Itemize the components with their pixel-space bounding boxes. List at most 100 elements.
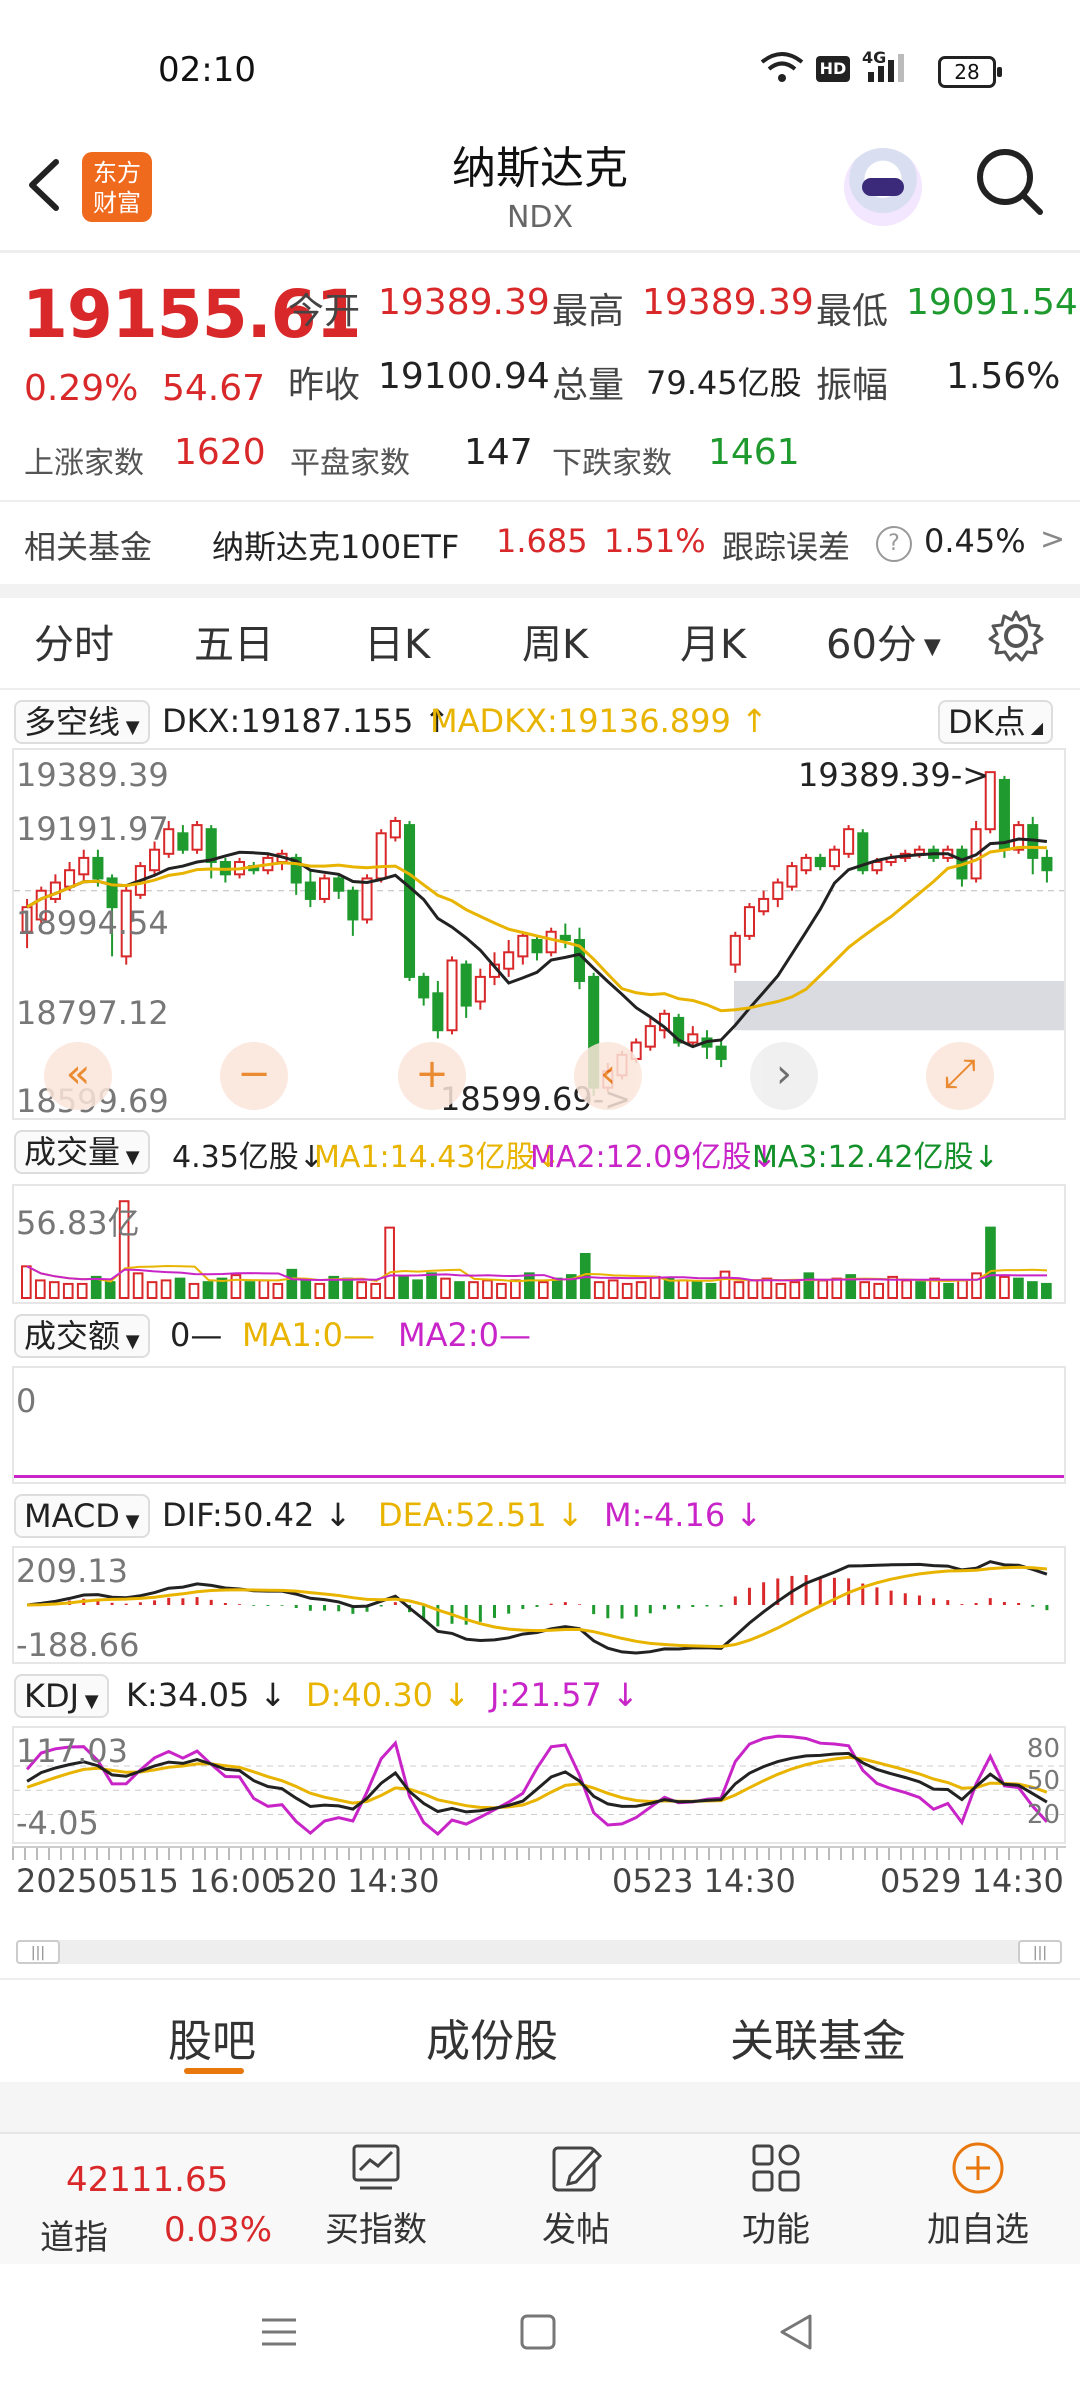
home-icon[interactable]: [518, 2312, 558, 2352]
candle-body: [319, 877, 331, 900]
candle-body: [78, 856, 90, 876]
candle-body: [177, 832, 189, 851]
kdj-chart: 117.03 -4.05 80 50 20: [12, 1726, 1066, 1844]
volume-bar: [985, 1226, 996, 1299]
fund-label: 相关基金: [24, 528, 153, 566]
high-value: 19389.39: [642, 282, 814, 323]
assistant-avatar[interactable]: [844, 148, 922, 226]
volume-chart: 56.83亿: [12, 1184, 1066, 1304]
tab-weekly-k[interactable]: 周K: [522, 612, 588, 670]
caret-down-icon: ▼: [120, 1147, 140, 1168]
tab-stock-forum[interactable]: 股吧: [168, 2005, 256, 2069]
macd-m-text: M:-4.16: [604, 1496, 726, 1534]
chevron-right-icon: >: [1040, 522, 1066, 557]
low-value: 19091.54: [906, 282, 1078, 323]
chart-range-scrollbar[interactable]: ||| |||: [16, 1940, 1062, 1964]
macd-dea-text: DEA:52.51: [378, 1496, 547, 1534]
candle-body: [418, 975, 430, 999]
time-label-4: 0529 14:30: [880, 1862, 1064, 1900]
kdj-svg: [14, 1734, 1064, 1837]
candle-body: [545, 930, 557, 954]
back-triangle-icon[interactable]: [776, 2310, 816, 2354]
indicator-macd-label: MACD: [24, 1497, 120, 1535]
candle-body: [333, 877, 345, 892]
volume-bar: [817, 1279, 829, 1300]
volume-bar: [202, 1281, 214, 1299]
volume-bar: [747, 1279, 759, 1300]
tab-five-day[interactable]: 五日: [194, 612, 274, 670]
candle-body: [403, 824, 416, 978]
volume-bar: [593, 1281, 605, 1299]
scroll-handle-right[interactable]: |||: [1018, 1940, 1062, 1964]
volume-ma1: MA1:14.43亿股↓: [314, 1132, 561, 1176]
volume-bar: [538, 1281, 549, 1299]
help-icon[interactable]: ?: [876, 526, 912, 562]
dk-point-button[interactable]: DK点 ◢: [938, 700, 1054, 744]
candle-body: [205, 828, 217, 864]
tab-60min[interactable]: 60分 ▼: [826, 612, 941, 670]
tab-daily-k[interactable]: 日K: [364, 612, 430, 670]
candle-body: [460, 963, 472, 1007]
y-label-3: 18994.54: [16, 904, 169, 942]
tab-constituents[interactable]: 成份股: [426, 2005, 558, 2069]
dji-pct[interactable]: 0.03%: [164, 2210, 272, 2250]
scroll-handle-left[interactable]: |||: [16, 1940, 60, 1964]
volume-bar: [384, 1226, 395, 1299]
macd-dif-text: DIF:50.42: [162, 1496, 315, 1534]
nav-post-label: 发帖: [542, 2210, 610, 2250]
indicator-dropdown-amount[interactable]: 成交额 ▼: [14, 1314, 150, 1358]
kdj-d-line: [26, 1755, 1048, 1810]
kline-chart[interactable]: 19389.39 19191.97 18994.54 18797.12 1859…: [12, 748, 1066, 1120]
nav-buy-index[interactable]: 买指数: [306, 2140, 446, 2251]
candle-body: [517, 934, 529, 958]
volume-bar: [677, 1279, 689, 1300]
zoom-in-button[interactable]: +: [398, 1042, 466, 1110]
amount-baseline: [14, 1475, 1064, 1478]
volume-bar: [524, 1272, 535, 1300]
dji-value[interactable]: 42111.65: [66, 2160, 228, 2200]
candle-body: [800, 856, 812, 872]
tab-monthly-k[interactable]: 月K: [680, 612, 746, 670]
volume-bar: [426, 1272, 437, 1300]
kdj-level-80: 80: [1026, 1734, 1060, 1764]
page-subtitle: NDX: [506, 200, 574, 235]
dji-label[interactable]: 道指: [40, 2210, 108, 2259]
indicator-dropdown-dkx[interactable]: 多空线 ▼: [14, 700, 150, 744]
indicator-dropdown-kdj[interactable]: KDJ ▼: [14, 1674, 109, 1718]
amount-chart: 0: [12, 1366, 1066, 1484]
nav-functions[interactable]: 功能: [706, 2140, 846, 2251]
volume-bar: [873, 1282, 885, 1299]
step-left-button[interactable]: ‹: [574, 1042, 642, 1110]
tracking-error-label: 跟踪误差: [722, 528, 851, 566]
volume-bar: [300, 1279, 312, 1300]
candle-body: [191, 824, 203, 851]
volume-current-text: 4.35亿股: [172, 1140, 299, 1175]
indicator-dropdown-macd[interactable]: MACD ▼: [14, 1494, 150, 1538]
flat-count-label: 平盘家数: [290, 446, 410, 481]
tab-timeshare[interactable]: 分时: [34, 612, 114, 670]
nav-post[interactable]: 发帖: [506, 2140, 646, 2251]
tab-60min-label: 60分: [826, 622, 917, 668]
volume-bar: [314, 1282, 326, 1299]
menu-icon[interactable]: [258, 2312, 300, 2352]
candle-body: [446, 959, 458, 1032]
indicator-dropdown-volume[interactable]: 成交量 ▼: [14, 1130, 150, 1174]
madkx-text: MADKX:19136.899: [430, 702, 731, 740]
related-fund-row[interactable]: 相关基金 纳斯达克100ETF 1.685 1.51% 跟踪误差 ? 0.45%…: [0, 512, 1080, 572]
volume-bar: [174, 1277, 186, 1300]
volume-bar: [733, 1281, 745, 1299]
candle-body: [503, 951, 515, 970]
zoom-out-button[interactable]: −: [220, 1042, 288, 1110]
settings-gear-icon[interactable]: [988, 608, 1044, 664]
scroll-left-button[interactable]: «: [44, 1042, 112, 1110]
nav-add-watchlist[interactable]: 加自选: [908, 2140, 1048, 2251]
fullscreen-button[interactable]: ⤢: [926, 1042, 994, 1110]
indicator-amount-label: 成交额: [24, 1317, 121, 1355]
search-icon[interactable]: [972, 144, 1048, 220]
tab-related-funds[interactable]: 关联基金: [730, 2005, 906, 2069]
madkx-value: MADKX:19136.899 ↑: [430, 702, 768, 740]
caret-down-icon: ▼: [120, 1331, 140, 1352]
volume-bar: [510, 1279, 521, 1300]
step-right-button[interactable]: ›: [750, 1042, 818, 1110]
edit-icon: [552, 2146, 603, 2192]
